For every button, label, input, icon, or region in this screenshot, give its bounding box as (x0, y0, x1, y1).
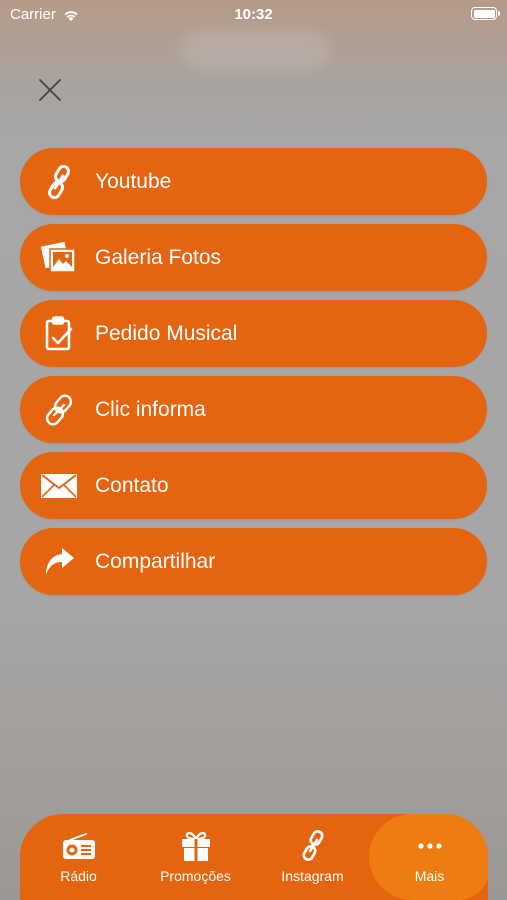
link-icon (299, 830, 327, 862)
menu-item-label: Pedido Musical (95, 321, 238, 345)
tab-bar: Rádio Promoções Instagram Mais (20, 814, 488, 900)
tab-instagram[interactable]: Instagram (254, 814, 371, 900)
close-icon (39, 79, 61, 101)
blurred-logo (180, 30, 330, 70)
tab-radio[interactable]: Rádio (20, 814, 137, 900)
more-menu: Youtube Galeria Fotos Pedido Musical Cli… (20, 148, 487, 604)
clock: 10:32 (234, 6, 273, 23)
menu-item-label: Compartilhar (95, 549, 216, 573)
link-icon (39, 162, 79, 202)
tab-label: Promoções (160, 868, 231, 884)
radio-icon (62, 830, 96, 862)
menu-item-compartilhar[interactable]: Compartilhar (20, 528, 487, 595)
status-bar: Carrier 10:32 (0, 0, 507, 30)
menu-item-label: Clic informa (95, 397, 206, 421)
tab-promocoes[interactable]: Promoções (137, 814, 254, 900)
close-button[interactable] (35, 75, 65, 105)
clipboard-check-icon (39, 314, 79, 354)
menu-item-clic-informa[interactable]: Clic informa (20, 376, 487, 443)
tab-label: Rádio (60, 868, 97, 884)
photos-icon (39, 238, 79, 278)
tab-label: Mais (414, 868, 445, 884)
share-icon (39, 542, 79, 582)
battery-icon (471, 7, 500, 20)
menu-item-label: Youtube (95, 169, 172, 193)
mail-icon (39, 466, 79, 506)
menu-item-label: Contato (95, 473, 169, 497)
more-icon (417, 830, 443, 862)
link-icon (39, 390, 79, 430)
tab-label: Instagram (281, 868, 344, 884)
gift-icon (181, 830, 211, 862)
menu-item-contato[interactable]: Contato (20, 452, 487, 519)
menu-item-youtube[interactable]: Youtube (20, 148, 487, 215)
tab-mais[interactable]: Mais (369, 814, 488, 900)
menu-item-galeria-fotos[interactable]: Galeria Fotos (20, 224, 487, 291)
menu-item-label: Galeria Fotos (95, 245, 222, 269)
menu-item-pedido-musical[interactable]: Pedido Musical (20, 300, 487, 367)
